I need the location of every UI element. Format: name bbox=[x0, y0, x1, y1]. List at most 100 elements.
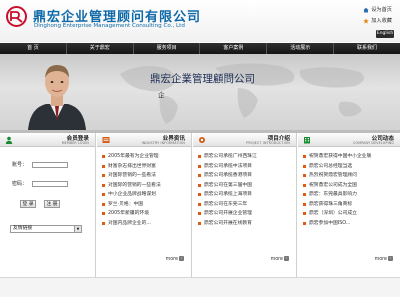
nav-home[interactable]: 首 页 bbox=[0, 43, 67, 54]
list-item[interactable]: 鼎宏公司开展企业管理 bbox=[198, 209, 292, 219]
news-list: 2005年最有为企业管理 财富杂志排出世界财富 对国际营销的一些看法 对国际的营… bbox=[102, 152, 187, 228]
arrow-right-icon: › bbox=[284, 256, 289, 261]
list-item[interactable]: 鼎宏公司在东莞三年 bbox=[198, 200, 292, 210]
register-button[interactable]: 注 册 bbox=[44, 200, 60, 208]
bullet-icon bbox=[102, 221, 105, 225]
project-item-text: 鼎宏公司承揽中法项目 bbox=[204, 163, 252, 169]
project-item-text: 鼎宏公司承揽广州西珠江 bbox=[204, 154, 257, 159]
list-item[interactable]: 对国际营销的一些看法 bbox=[102, 171, 187, 181]
banner-subtitle: 企 bbox=[158, 91, 165, 99]
list-item[interactable]: 鼎宏公司承揽中法项目 bbox=[198, 162, 292, 172]
news-item-text: 2005年最有为企业管理 bbox=[108, 154, 159, 159]
set-home-link[interactable]: 设为首页 bbox=[363, 6, 392, 13]
bullet-icon bbox=[198, 183, 201, 187]
add-favorite-link[interactable]: 加入收藏 bbox=[363, 17, 392, 24]
bullet-icon bbox=[102, 164, 105, 168]
dynamic-item-text: 鼎宏：东莞最具影响力 bbox=[309, 192, 357, 197]
main-nav: 首 页 关于鼎宏 服务项目 客户案例 活动展示 联系我们 bbox=[0, 43, 400, 54]
username-label: 账号： bbox=[12, 162, 28, 168]
nav-services[interactable]: 服务项目 bbox=[134, 43, 201, 54]
password-label: 密码： bbox=[12, 181, 28, 187]
list-item[interactable]: 鼎宏（深圳）公司成立 bbox=[303, 209, 396, 219]
list-item[interactable]: 中小企业品牌战略谋划 bbox=[102, 190, 187, 200]
list-item[interactable]: 鼎宏公司承揽上海项目 bbox=[198, 190, 292, 200]
bullet-icon bbox=[198, 155, 201, 159]
project-item-text: 鼎宏公司在第三届中国 bbox=[204, 182, 252, 188]
list-item[interactable]: 鼎宏参加中国ISO... bbox=[303, 219, 396, 229]
member-login-panel: 会员登录 MEMBER LOGIN 账号： 密码： 登 录 注 册 友情链接 ▼ bbox=[0, 133, 96, 277]
password-row: 密码： bbox=[12, 180, 68, 187]
login-button[interactable]: 登 录 bbox=[20, 200, 36, 208]
user-icon bbox=[5, 136, 13, 144]
project-item-text: 鼎宏公司承揽上海项目 bbox=[204, 192, 252, 197]
list-item[interactable]: 祝贺鼎宏公司成为全国 bbox=[303, 181, 396, 191]
list-item[interactable]: 罗兰·贝格：中国 bbox=[102, 200, 187, 210]
home-icon bbox=[363, 7, 369, 12]
username-input[interactable] bbox=[32, 161, 68, 168]
dynamic-item-text: 鼎宏公司总经理当选 bbox=[309, 163, 353, 169]
list-item[interactable]: 对国内品牌企业的... bbox=[102, 219, 187, 229]
project-panel-header: 项目介绍 PROJECT INTRODUCTION bbox=[193, 133, 296, 147]
set-home-label: 设为首页 bbox=[371, 7, 392, 13]
project-list: 鼎宏公司承揽广州西珠江 鼎宏公司承揽中法项目 鼎宏公司承揽香港项目 鼎宏公司在第… bbox=[198, 152, 292, 228]
bullet-icon bbox=[198, 174, 201, 178]
brand-name-en: Dinghong Enterprise Management Consultin… bbox=[34, 23, 185, 29]
project-panel-subtitle: PROJECT INTRODUCTION bbox=[246, 141, 290, 145]
list-item[interactable]: 鼎宏公司总经理当选 bbox=[303, 162, 396, 172]
dynamic-more-link[interactable]: more › bbox=[375, 256, 393, 262]
list-item[interactable]: 鼎宏公司在第三届中国 bbox=[198, 181, 292, 191]
project-more-link[interactable]: more › bbox=[271, 256, 289, 262]
english-button[interactable]: English bbox=[376, 30, 394, 38]
hero-banner: 鼎宏企業管理顧問公司 企 bbox=[0, 54, 400, 130]
chevron-down-icon: ▼ bbox=[74, 226, 81, 232]
dynamic-panel-subtitle: COMPANY DEVELOPING bbox=[353, 141, 394, 145]
news-panel-subtitle: INDUSTRY INFORMATION bbox=[141, 141, 185, 145]
list-item[interactable]: 对国际的营销的一些看法 bbox=[102, 181, 187, 191]
list-item[interactable]: 鼎宏获得珠三角商标 bbox=[303, 200, 396, 210]
dynamic-item-text: 鼎宏（深圳）公司成立 bbox=[309, 211, 357, 216]
news-item-text: 对国内品牌企业的... bbox=[108, 220, 151, 226]
dynamic-item-text: 鼎宏获得珠三角商标 bbox=[309, 201, 353, 207]
nav-about[interactable]: 关于鼎宏 bbox=[67, 43, 134, 54]
bullet-icon bbox=[303, 221, 306, 225]
dynamic-item-text: 鼎宏参加中国ISO... bbox=[309, 220, 351, 226]
list-item[interactable]: 鼎宏公司开展在线教育 bbox=[198, 219, 292, 229]
list-item[interactable]: 热烈祝贺鼎宏管理顾问 bbox=[303, 171, 396, 181]
bullet-icon bbox=[303, 212, 306, 216]
bullet-icon bbox=[303, 183, 306, 187]
bullet-icon bbox=[303, 164, 306, 168]
dynamic-list: 祝贺鼎宏获得中国中小企业联 鼎宏公司总经理当选 热烈祝贺鼎宏管理顾问 祝贺鼎宏公… bbox=[303, 152, 396, 228]
more-label: more bbox=[374, 257, 387, 262]
dynamic-item-text: 热烈祝贺鼎宏管理顾问 bbox=[309, 173, 357, 178]
list-item[interactable]: 2005年新疆的环境 bbox=[102, 209, 187, 219]
news-panel-header: 业界资讯 INDUSTRY INFORMATION bbox=[97, 133, 191, 147]
list-item[interactable]: 鼎宏公司承揽广州西珠江 bbox=[198, 152, 292, 162]
bullet-icon bbox=[102, 174, 105, 178]
nav-activities[interactable]: 活动展示 bbox=[267, 43, 335, 54]
login-panel-subtitle: MEMBER LOGIN bbox=[61, 141, 89, 145]
project-item-text: 鼎宏公司开展在线教育 bbox=[204, 220, 252, 226]
bullet-icon bbox=[102, 155, 105, 159]
list-item[interactable]: 财富杂志排出世界财富 bbox=[102, 162, 187, 172]
password-input[interactable] bbox=[32, 180, 68, 187]
news-more-link[interactable]: more › bbox=[166, 256, 184, 262]
bullet-icon bbox=[303, 155, 306, 159]
list-item[interactable]: 鼎宏公司承揽香港项目 bbox=[198, 171, 292, 181]
industry-news-panel: 业界资讯 INDUSTRY INFORMATION 2005年最有为企业管理 财… bbox=[97, 133, 192, 277]
list-item[interactable]: 鼎宏：东莞最具影响力 bbox=[303, 190, 396, 200]
nav-contact[interactable]: 联系我们 bbox=[334, 43, 400, 54]
star-icon bbox=[363, 17, 370, 24]
news-item-text: 财富杂志排出世界财富 bbox=[108, 163, 156, 169]
project-item-text: 鼎宏公司承揽香港项目 bbox=[204, 173, 252, 178]
news-item-text: 罗兰·贝格：中国 bbox=[108, 201, 144, 207]
list-item[interactable]: 祝贺鼎宏获得中国中小企业联 bbox=[303, 152, 396, 162]
friend-links-select[interactable]: 友情链接 ▼ bbox=[10, 225, 82, 233]
friend-links-value: 友情链接 bbox=[13, 226, 33, 231]
more-label: more bbox=[165, 257, 178, 262]
building-icon bbox=[304, 137, 310, 144]
page-bottom-strip bbox=[0, 277, 400, 297]
list-item[interactable]: 2005年最有为企业管理 bbox=[102, 152, 187, 162]
bullet-icon bbox=[303, 193, 306, 197]
nav-cases[interactable]: 客户案例 bbox=[200, 43, 268, 54]
consultant-portrait bbox=[28, 65, 86, 130]
